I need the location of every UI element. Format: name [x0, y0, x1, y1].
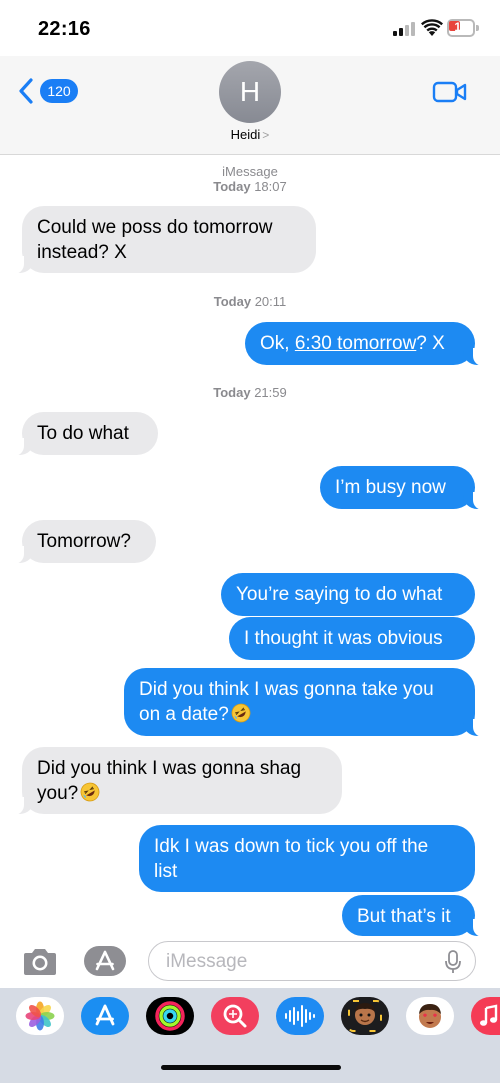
photos-app-icon[interactable]	[16, 997, 64, 1035]
battery-icon: 10	[447, 19, 479, 37]
timestamp: Today 18:07	[213, 179, 287, 194]
sent-message[interactable]: But that’s it	[342, 895, 485, 937]
camera-icon[interactable]	[20, 946, 60, 978]
clock-time: 22:16	[38, 18, 91, 40]
facetime-video-icon[interactable]	[432, 80, 468, 104]
imessage-app-drawer	[0, 988, 500, 1083]
received-message[interactable]: Tomorrow?	[12, 520, 156, 564]
microphone-icon[interactable]	[445, 950, 461, 974]
sent-message[interactable]: You’re saying to do what	[221, 573, 475, 616]
audio-message-icon[interactable]	[276, 997, 324, 1035]
sent-message[interactable]: Ok, 6:30 tomorrow? X	[245, 322, 485, 366]
home-indicator[interactable]	[161, 1065, 341, 1070]
rolling-laughing-emoji-icon	[80, 782, 100, 802]
sent-message[interactable]: Did you think I was gonna take you on a d…	[124, 668, 485, 737]
message-input-placeholder: iMessage	[166, 951, 248, 972]
wifi-icon	[421, 19, 443, 36]
memoji-stickers-icon[interactable]	[406, 997, 454, 1035]
message-input[interactable]: iMessage	[148, 941, 476, 981]
message-thread[interactable]: iMessage Today 18:07 Could we poss do to…	[0, 156, 500, 937]
search-images-icon[interactable]	[211, 997, 259, 1035]
timestamp: Today 20:11	[213, 294, 287, 309]
app-store-icon[interactable]	[81, 997, 129, 1035]
conversation-header: 120 H Heidi >	[0, 56, 500, 155]
sent-message[interactable]: I thought it was obvious	[229, 617, 475, 660]
activity-icon[interactable]	[146, 997, 194, 1035]
sent-message[interactable]: Idk I was down to tick you off the list	[139, 825, 475, 892]
chevron-left-icon	[19, 78, 33, 104]
received-message[interactable]: Did you think I was gonna shag you?	[12, 747, 342, 815]
status-bar: 22:16 10	[0, 0, 500, 56]
message-composer: iMessage	[0, 936, 500, 988]
cellular-signal-icon	[393, 22, 417, 36]
contact-name: Heidi	[230, 127, 261, 142]
received-message[interactable]: Could we poss do tomorrow instead? X	[12, 206, 316, 274]
memoji-icon[interactable]	[341, 997, 389, 1035]
back-button[interactable]: 120	[16, 77, 78, 105]
sent-message[interactable]: I’m busy now	[320, 466, 485, 510]
date-link[interactable]: 6:30 tomorrow	[295, 333, 416, 354]
rolling-laughing-emoji-icon	[231, 703, 251, 723]
contact-name-button[interactable]: Heidi >	[200, 127, 300, 142]
chevron-right-icon: >	[262, 128, 270, 142]
service-label: iMessage	[222, 164, 278, 179]
app-store-drawer-icon[interactable]	[82, 944, 128, 978]
music-icon[interactable]	[471, 997, 500, 1035]
contact-avatar[interactable]: H	[219, 61, 281, 123]
unread-count-badge: 120	[40, 79, 78, 103]
received-message[interactable]: To do what	[12, 412, 158, 456]
battery-level: 10	[454, 20, 468, 34]
timestamp: Today 21:59	[213, 385, 287, 400]
